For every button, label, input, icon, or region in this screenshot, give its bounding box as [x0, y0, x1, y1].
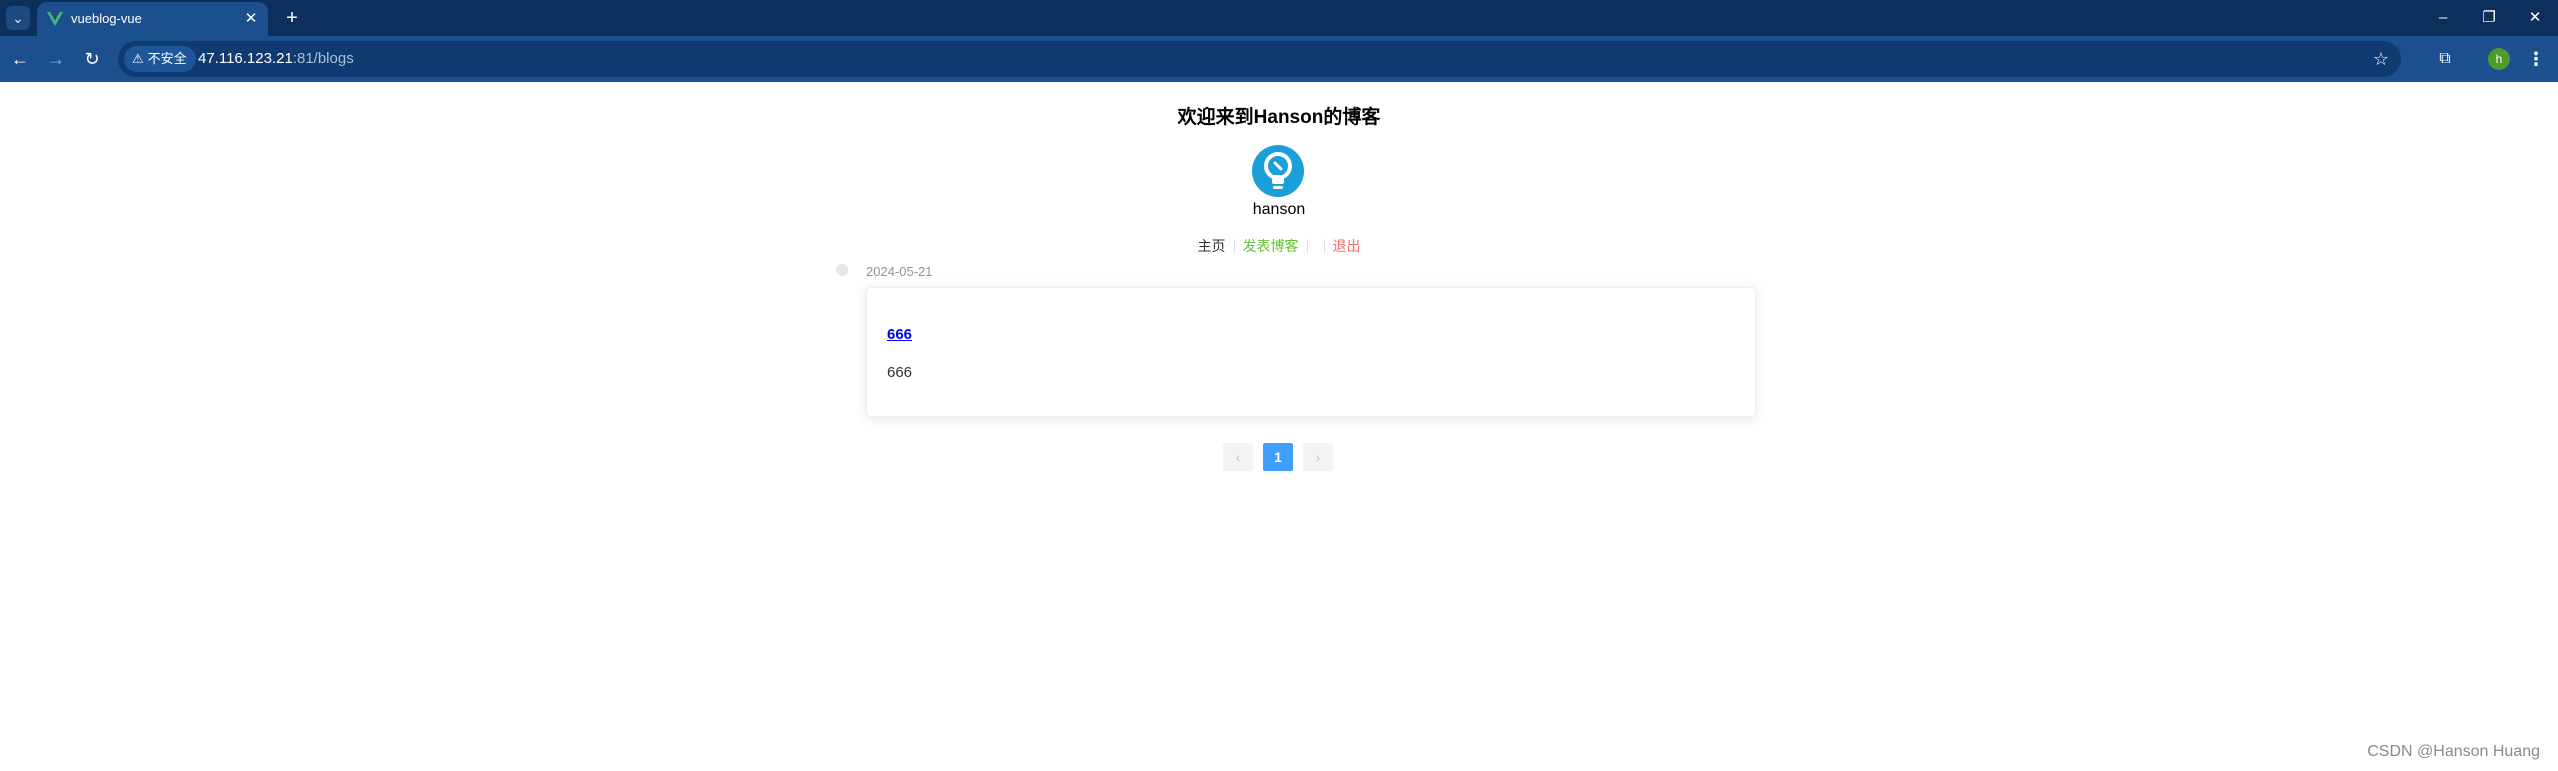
address-bar[interactable]: ⚠ 不安全 47.116.123.21:81/blogs ☆	[118, 41, 2401, 77]
nav-divider	[1306, 239, 1308, 253]
arrow-left-icon[interactable]: ←	[6, 45, 34, 73]
profile-avatar[interactable]: h	[2488, 48, 2510, 70]
warning-icon: ⚠	[132, 51, 144, 66]
timeline-timestamp: 2024-05-21	[866, 264, 933, 279]
blog-title-link[interactable]: 666	[887, 326, 912, 343]
url-text[interactable]: 47.116.123.21:81/blogs	[198, 41, 354, 77]
blog-nav: 主页 发表博客 退出	[0, 236, 2558, 256]
restore-icon[interactable]: ❐	[2466, 0, 2512, 36]
reload-icon[interactable]: ↻	[78, 45, 106, 73]
pagination-page-1[interactable]: 1	[1263, 443, 1293, 471]
site-title: 欢迎来到Hanson的博客	[1177, 107, 1381, 128]
kebab-menu-icon[interactable]: ⋮	[2524, 46, 2548, 72]
blog-card: 666 666	[866, 287, 1756, 417]
star-icon[interactable]: ☆	[2373, 41, 2389, 77]
url-host: 47.116.123.21	[198, 50, 293, 67]
nav-divider	[1233, 239, 1235, 253]
url-path: :81/blogs	[292, 50, 354, 67]
nav-home-link[interactable]: 主页	[1198, 236, 1226, 256]
pagination-prev-button[interactable]: ‹	[1223, 443, 1253, 471]
nav-divider	[1323, 239, 1325, 253]
nav-logout-link[interactable]: 退出	[1333, 236, 1361, 256]
browser-tab-active[interactable]: vueblog-vue ✕	[37, 2, 268, 36]
avatar[interactable]	[1252, 145, 1304, 197]
security-label: 不安全	[147, 51, 187, 66]
nav-post-blog-link[interactable]: 发表博客	[1243, 236, 1299, 256]
close-tab-icon[interactable]: ✕	[242, 10, 260, 28]
csdn-watermark: CSDN @Hanson Huang	[2367, 743, 2540, 760]
blog-description: 666	[887, 364, 913, 381]
security-chip[interactable]: ⚠ 不安全	[124, 46, 196, 72]
minimize-icon[interactable]: –	[2420, 0, 2466, 36]
vue-logo-icon	[47, 12, 63, 26]
pagination-next-button[interactable]: ›	[1303, 443, 1333, 471]
tab-title: vueblog-vue	[71, 11, 142, 26]
chevron-down-icon[interactable]: ⌄	[6, 6, 30, 30]
username: hanson	[1252, 201, 1306, 218]
browser-tab-strip: ⌄ vueblog-vue ✕ + – ❐ ✕	[0, 0, 2558, 36]
close-window-icon[interactable]: ✕	[2512, 0, 2558, 36]
timeline-node-icon	[836, 264, 848, 276]
puzzle-icon[interactable]: ⧉	[2434, 48, 2456, 70]
browser-toolbar: ← → ↻ ⚠ 不安全 47.116.123.21:81/blogs ☆ ⧉ h …	[0, 36, 2558, 82]
arrow-right-icon[interactable]: →	[42, 45, 70, 73]
new-tab-button[interactable]: +	[279, 5, 305, 31]
